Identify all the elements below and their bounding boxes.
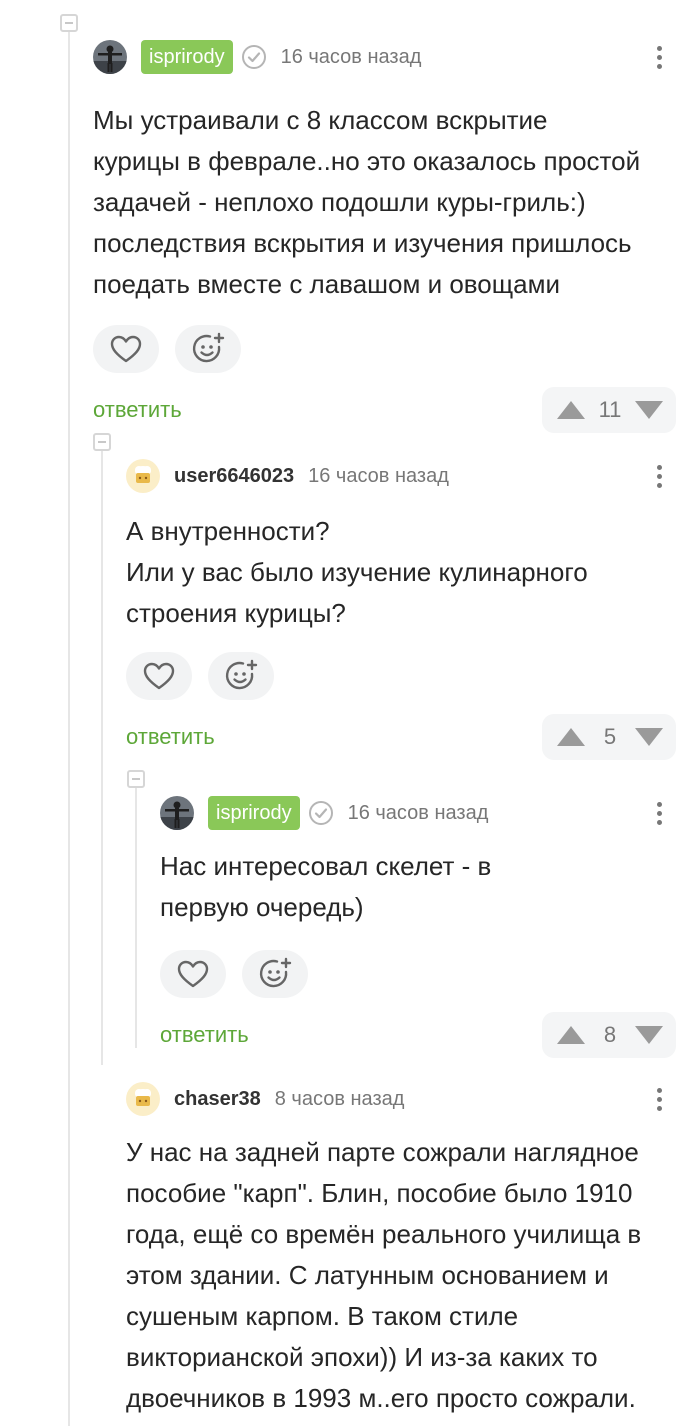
like-button[interactable] — [160, 950, 226, 998]
arrow-up-icon[interactable] — [556, 1025, 586, 1045]
username-badge[interactable]: isprirody — [141, 40, 233, 74]
thread-line-level-1 — [101, 449, 103, 1065]
add-reaction-button[interactable] — [242, 950, 308, 998]
comment-chaser38: chaser38 8 часов назад У нас на задней п… — [126, 1080, 676, 1419]
comment-text: У нас на задней парте сожрали наглядное … — [126, 1137, 642, 1413]
thread-line-root — [68, 29, 70, 1426]
collapse-icon[interactable] — [127, 770, 145, 788]
avatar[interactable] — [93, 40, 127, 74]
avatar[interactable] — [160, 796, 194, 830]
arrow-down-icon[interactable] — [634, 727, 664, 747]
collapse-icon[interactable] — [93, 433, 111, 451]
comment-isprirody-2: isprirody 16 часов назад Нас интересовал… — [160, 794, 676, 1058]
comment-timestamp: 16 часов назад — [308, 464, 449, 487]
rating-widget: 8 — [542, 1012, 676, 1058]
arrow-down-icon[interactable] — [634, 1025, 664, 1045]
add-reaction-button[interactable] — [208, 652, 274, 700]
arrow-up-icon[interactable] — [556, 400, 586, 420]
arrow-down-icon[interactable] — [634, 400, 664, 420]
heart-icon — [110, 335, 142, 363]
reply-link[interactable]: ответить — [160, 1022, 249, 1048]
reaction-bar — [160, 950, 676, 998]
comment-timestamp: 8 часов назад — [274, 1087, 405, 1110]
comment-header: user6646023 16 часов назад — [126, 457, 676, 495]
comment-text: Нас интересовал скелет - в первую очеред… — [160, 851, 492, 922]
verified-check-icon — [308, 801, 333, 825]
thread-line-level-2 — [135, 786, 137, 1048]
rating-widget: 11 — [542, 387, 676, 433]
comment-isprirody-1: isprirody 16 часов назад Мы устраивали с… — [93, 38, 676, 433]
avatar[interactable] — [126, 1082, 160, 1116]
more-vertical-icon[interactable] — [642, 459, 676, 493]
emoji-add-icon — [225, 659, 258, 690]
reply-link[interactable]: ответить — [126, 724, 215, 750]
arrow-up-icon[interactable] — [556, 727, 586, 747]
rating-value: 5 — [603, 724, 617, 749]
like-button[interactable] — [93, 325, 159, 373]
comment-header: isprirody 16 часов назад — [160, 794, 676, 832]
collapse-icon[interactable] — [60, 14, 78, 32]
reaction-bar — [126, 652, 676, 700]
comment-header: chaser38 8 часов назад — [126, 1080, 676, 1118]
comment-text: Мы устраивали с 8 классом вскрытие куриц… — [93, 105, 641, 299]
comment-actions: ответить 8 — [160, 1012, 676, 1058]
heart-icon — [143, 662, 175, 690]
comment-timestamp: 16 часов назад — [280, 45, 422, 68]
more-vertical-icon[interactable] — [642, 796, 676, 830]
username-badge[interactable]: isprirody — [208, 796, 300, 830]
comment-header: isprirody 16 часов назад — [93, 38, 676, 76]
rating-widget: 5 — [542, 714, 676, 760]
more-vertical-icon[interactable] — [642, 1082, 676, 1116]
heart-icon — [177, 960, 209, 988]
reaction-bar — [93, 325, 676, 373]
reply-link[interactable]: ответить — [93, 397, 182, 423]
verified-check-icon — [241, 45, 266, 69]
comment-actions: ответить 5 — [126, 714, 676, 760]
comment-actions: ответить 11 — [93, 387, 676, 433]
more-vertical-icon[interactable] — [642, 40, 676, 74]
add-reaction-button[interactable] — [175, 325, 241, 373]
avatar[interactable] — [126, 459, 160, 493]
comment-user6646023: user6646023 16 часов назад А внутренност… — [126, 457, 676, 760]
rating-value: 8 — [603, 1022, 617, 1047]
username[interactable]: user6646023 — [174, 465, 294, 488]
emoji-add-icon — [259, 957, 292, 988]
comment-text: А внутренности? Или у вас было изучение … — [126, 516, 588, 628]
rating-value: 11 — [598, 397, 622, 422]
like-button[interactable] — [126, 652, 192, 700]
comment-timestamp: 16 часов назад — [347, 801, 489, 824]
username[interactable]: chaser38 — [174, 1088, 261, 1111]
emoji-add-icon — [192, 332, 225, 363]
